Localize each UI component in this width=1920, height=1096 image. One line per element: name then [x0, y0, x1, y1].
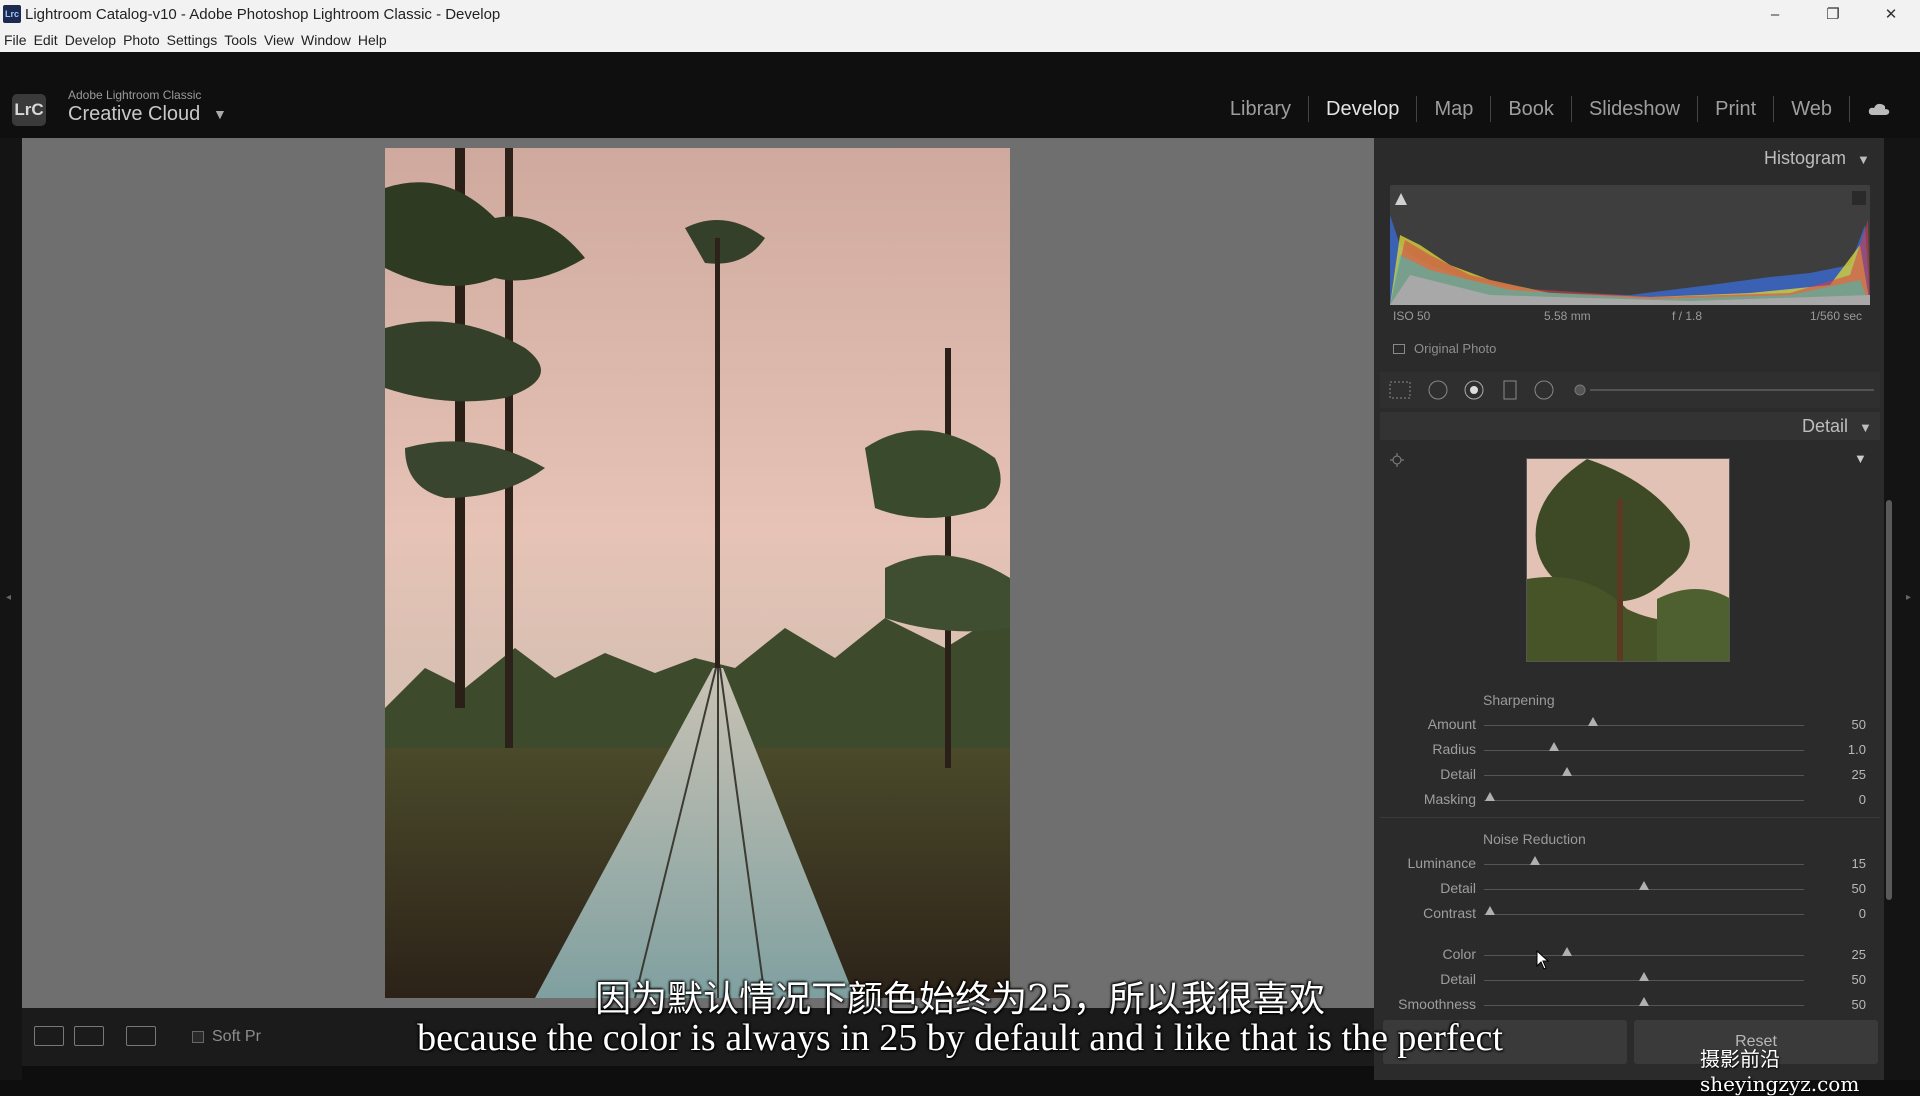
histogram-shutter: 1/560 sec — [1810, 309, 1863, 323]
module-picker: Library Develop Map Book Slideshow Print… — [1213, 96, 1890, 122]
module-develop[interactable]: Develop — [1309, 96, 1418, 122]
histogram-iso: ISO 50 — [1393, 309, 1431, 323]
histogram-focal-length: 5.58 mm — [1544, 309, 1591, 323]
slider-thumb[interactable] — [1639, 881, 1649, 890]
graduated-filter-icon — [1503, 380, 1517, 400]
radial-filter-icon — [1534, 380, 1554, 400]
slider-value[interactable]: 25 — [1826, 767, 1866, 782]
slider-value[interactable]: 0 — [1826, 906, 1866, 921]
window-title: Lightroom Catalog-v10 - Adobe Photoshop … — [25, 5, 501, 23]
slider-label-radius: Radius — [1432, 741, 1476, 757]
mouse-cursor-icon — [1536, 950, 1550, 970]
section-divider — [1380, 817, 1880, 818]
restore-button[interactable]: ❐ — [1804, 0, 1862, 28]
slider-label-luminance: Luminance — [1407, 855, 1477, 871]
menu-photo[interactable]: Photo — [123, 32, 160, 48]
slider-thumb[interactable] — [1562, 767, 1573, 776]
lrc-logo: LrC — [12, 94, 46, 126]
histogram[interactable] — [1390, 185, 1870, 305]
slider-thumb[interactable] — [1530, 856, 1541, 865]
slider-label-detail: Detail — [1440, 880, 1476, 896]
right-panel-scrollbar[interactable] — [1886, 500, 1892, 900]
module-print[interactable]: Print — [1698, 96, 1775, 122]
spot-removal-icon — [1428, 380, 1448, 400]
chevron-down-icon: ▼ — [1859, 420, 1872, 435]
subtitle-chinese: 因为默认情况下颜色始终为25，所以我很喜欢 — [595, 979, 1325, 1020]
slider-label-contrast: Contrast — [1423, 905, 1476, 921]
slider-thumb[interactable] — [1485, 792, 1496, 801]
left-panel-collapsed — [0, 138, 22, 1080]
slider-track[interactable] — [1484, 775, 1804, 776]
right-panel-toggle-icon[interactable]: ▸ — [1906, 592, 1911, 603]
slider-value[interactable]: 25 — [1826, 947, 1866, 962]
slider-value[interactable]: 50 — [1826, 717, 1866, 732]
module-header: LrC Adobe Lightroom Classic Creative Clo… — [0, 52, 1920, 138]
sharpening-label: Sharpening — [1483, 692, 1555, 708]
slider-value[interactable]: 1.0 — [1826, 742, 1866, 757]
slider-track[interactable] — [1484, 800, 1804, 801]
chevron-down-icon[interactable]: ▼ — [213, 106, 227, 122]
tool-strip — [1380, 372, 1880, 408]
module-slideshow[interactable]: Slideshow — [1572, 96, 1699, 122]
red-eye-icon — [1470, 386, 1478, 394]
slider-thumb[interactable] — [1562, 947, 1573, 956]
menu-settings[interactable]: Settings — [167, 32, 218, 48]
menu-develop[interactable]: Develop — [65, 32, 116, 48]
menu-edit[interactable]: Edit — [34, 32, 58, 48]
menu-file[interactable]: File — [4, 32, 27, 48]
original-photo-label: Original Photo — [1414, 341, 1497, 356]
slider-thumb[interactable] — [1587, 717, 1598, 726]
histogram-panel-header[interactable]: Histogram ▼ — [1764, 148, 1870, 169]
detail-preview[interactable] — [1526, 458, 1730, 662]
chevron-down-icon: ▼ — [1857, 152, 1870, 167]
slider-track[interactable] — [1484, 955, 1804, 956]
main-photo[interactable] — [385, 148, 1010, 998]
menu-bar: File Edit Develop Photo Settings Tools V… — [0, 28, 1920, 52]
slider-value[interactable]: 0 — [1826, 792, 1866, 807]
menu-help[interactable]: Help — [358, 32, 387, 48]
watermark: 摄影前沿 sheyingzyz.com — [1700, 1047, 1860, 1096]
chevron-down-icon[interactable]: ▼ — [1854, 451, 1867, 466]
cloud-icon[interactable] — [1868, 102, 1890, 116]
slider-value[interactable]: 15 — [1826, 856, 1866, 871]
slider-thumb[interactable] — [1485, 906, 1496, 915]
subtitle-english: because the color is always in 25 by def… — [417, 1017, 1503, 1059]
window-controls: – ❐ ✕ — [1746, 0, 1920, 28]
slider-track[interactable] — [1484, 750, 1804, 751]
menu-window[interactable]: Window — [301, 32, 351, 48]
detail-title: Detail — [1802, 416, 1849, 436]
slider-thumb[interactable] — [1549, 742, 1560, 751]
original-photo-checkbox[interactable] — [1393, 344, 1405, 354]
brand-subtitle: Adobe Lightroom Classic — [68, 88, 202, 102]
target-adjust-icon[interactable] — [1390, 453, 1404, 467]
minimize-button[interactable]: – — [1746, 0, 1804, 28]
app-icon: Lrc — [3, 5, 21, 23]
module-book[interactable]: Book — [1491, 96, 1572, 122]
close-button[interactable]: ✕ — [1862, 0, 1920, 28]
slider-label-amount: Amount — [1427, 716, 1476, 732]
menu-tools[interactable]: Tools — [224, 32, 257, 48]
module-web[interactable]: Web — [1774, 96, 1850, 122]
crop-icon — [1389, 381, 1411, 399]
slider-track[interactable] — [1484, 914, 1804, 915]
slider-label-masking: Masking — [1423, 791, 1476, 807]
left-panel-toggle-icon[interactable]: ◂ — [6, 592, 11, 603]
histogram-title: Histogram — [1764, 148, 1847, 168]
histogram-aperture: f / 1.8 — [1672, 309, 1703, 323]
slider-track[interactable] — [1484, 725, 1804, 726]
module-library[interactable]: Library — [1213, 96, 1310, 122]
slider-value[interactable]: 50 — [1826, 881, 1866, 896]
module-map[interactable]: Map — [1417, 96, 1492, 122]
slider-label-detail: Detail — [1440, 766, 1476, 782]
window-title-bar: Lrc Lightroom Catalog-v10 - Adobe Photos… — [0, 0, 1920, 28]
detail-panel-header[interactable]: Detail ▼ — [1802, 416, 1872, 437]
menu-view[interactable]: View — [264, 32, 294, 48]
noise-reduction-label: Noise Reduction — [1483, 831, 1586, 847]
slider-label-color: Color — [1442, 946, 1476, 962]
identity-plate[interactable]: Creative Cloud — [68, 103, 200, 126]
